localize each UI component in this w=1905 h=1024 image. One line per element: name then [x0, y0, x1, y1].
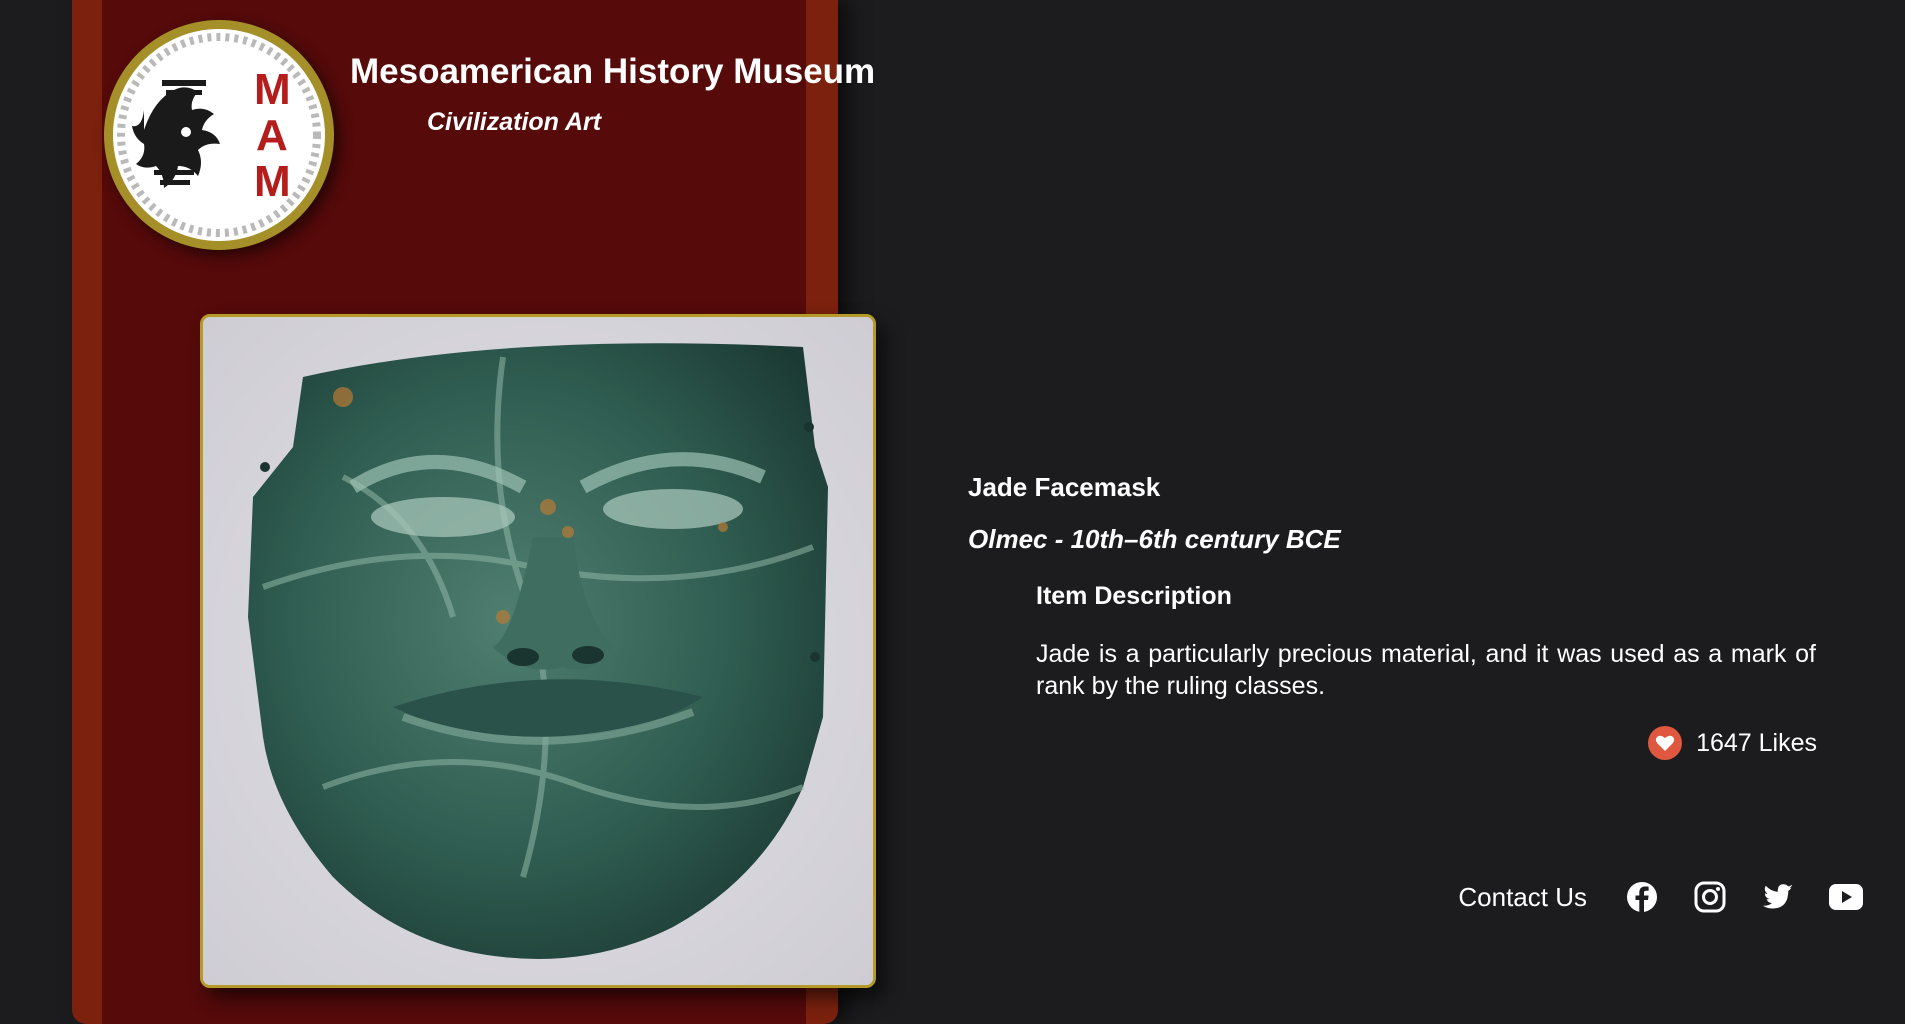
museum-subtitle: Civilization Art — [427, 108, 602, 136]
likes-count: 1647 Likes — [1696, 728, 1817, 757]
page: M A M Mesoamerican History Museum Civili… — [0, 0, 1905, 1024]
heart-icon[interactable] — [1648, 726, 1683, 760]
museum-logo[interactable]: M A M — [104, 20, 334, 250]
instagram-icon[interactable] — [1693, 880, 1727, 914]
artifact-description: Jade is a particularly precious material… — [1036, 640, 1816, 700]
artifact-culture: Olmec - 10th–6th century BCE — [968, 524, 1341, 554]
logo-letter-m1: M — [254, 65, 291, 114]
logo-letter-m2: M — [254, 157, 291, 206]
description-heading: Item Description — [1036, 582, 1232, 610]
likes-button[interactable]: 1647 Likes — [1648, 726, 1817, 760]
museum-title: Mesoamerican History Museum — [350, 52, 876, 91]
twitter-icon[interactable] — [1761, 880, 1795, 914]
artifact-title: Jade Facemask — [968, 472, 1161, 502]
contact-us-link[interactable]: Contact Us — [1458, 882, 1587, 913]
logo-letter-a: A — [256, 111, 288, 160]
footer: Contact Us — [1458, 880, 1863, 914]
youtube-icon[interactable] — [1829, 880, 1863, 914]
facebook-icon[interactable] — [1625, 880, 1659, 914]
jade-mask-image — [203, 317, 873, 985]
artifact-image[interactable] — [200, 314, 876, 988]
museum-card: M A M Mesoamerican History Museum Civili… — [72, 0, 876, 1024]
logo-graphic: M A M — [113, 29, 325, 241]
